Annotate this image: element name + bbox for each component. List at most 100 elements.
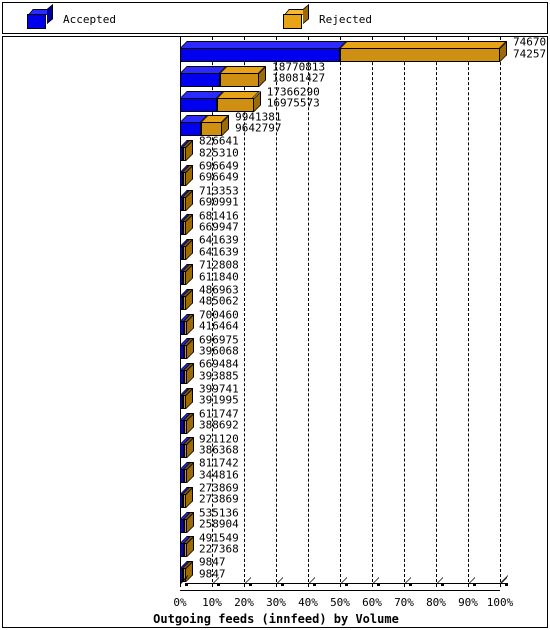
legend-swatch-rejected bbox=[283, 3, 309, 29]
chart-row: 535136 258904 bbox=[3, 507, 547, 533]
axis-tick bbox=[308, 577, 316, 591]
bar-value-rejected: 416464 bbox=[199, 319, 239, 333]
bar-value-labels: 18770813 18081427 bbox=[269, 61, 326, 86]
bar-3d bbox=[180, 214, 194, 236]
legend-entry-rejected: Rejected bbox=[283, 3, 372, 35]
bar-value-rejected: 641639 bbox=[199, 245, 239, 259]
bar-segment-rejected bbox=[220, 72, 260, 87]
axis-tick-label: 70% bbox=[394, 596, 414, 609]
bar-3d bbox=[180, 412, 194, 434]
bar-3d bbox=[180, 561, 194, 583]
bar-3d bbox=[180, 437, 195, 459]
bar-top-accepted bbox=[180, 41, 348, 48]
bar-value-labels: 399741 391995 bbox=[196, 383, 239, 408]
bar-segment-rejected bbox=[183, 270, 187, 285]
bar-3d bbox=[180, 338, 194, 360]
bar-segment-rejected bbox=[183, 345, 187, 360]
bar-3d bbox=[180, 189, 194, 211]
axis-tick-label: 60% bbox=[362, 596, 382, 609]
axis-tick-label: 90% bbox=[458, 596, 478, 609]
bar-value-labels: 491549 227368 bbox=[196, 532, 239, 555]
bar-segment-rejected bbox=[183, 221, 187, 236]
bar-value-labels: 811742 344816 bbox=[196, 458, 239, 481]
bar-3d bbox=[180, 140, 194, 162]
chart-row: 9847 9847 bbox=[3, 557, 547, 583]
bar-value-labels: 921120 386368 bbox=[196, 433, 239, 456]
bar-segment-rejected bbox=[183, 196, 187, 211]
axis-tick bbox=[372, 577, 380, 591]
bar-3d bbox=[180, 363, 194, 385]
bar-segment-rejected bbox=[183, 320, 187, 335]
chart-row: 18770813 18081427 bbox=[3, 61, 547, 87]
chart-row: 681416 669947 bbox=[3, 210, 547, 236]
bar-segment-accepted bbox=[180, 97, 218, 112]
chart-row: 700460 416464 bbox=[3, 309, 547, 335]
bar-segment-rejected bbox=[183, 493, 186, 508]
bar-segment-rejected bbox=[184, 543, 188, 558]
bar-value-labels: 696649 696649 bbox=[196, 161, 239, 184]
axis-tick bbox=[244, 577, 252, 591]
chart-bars: 7467088474257237 187708131808142717366290… bbox=[3, 37, 547, 583]
chart-row: 811742 344816 bbox=[3, 458, 547, 484]
axis-tick-label: 40% bbox=[298, 596, 318, 609]
axis-tick-label: 50% bbox=[330, 596, 350, 609]
bar-value-rejected: 485062 bbox=[199, 294, 239, 308]
axis-tick bbox=[500, 577, 508, 591]
bar-segment-rejected bbox=[184, 469, 188, 484]
bar-value-rejected: 258904 bbox=[199, 517, 239, 531]
chart-row: 826641 825310 bbox=[3, 136, 547, 162]
axis-tick-label: 30% bbox=[266, 596, 286, 609]
bar-value-labels: 9847 9847 bbox=[196, 557, 226, 580]
bar-value-rejected: 391995 bbox=[199, 394, 239, 408]
bar-value-labels: 17366290 16975573 bbox=[264, 86, 320, 110]
chart-row: 669484 393885 bbox=[3, 359, 547, 385]
bar-value-rejected: 9847 bbox=[199, 567, 226, 581]
bar-segment-rejected bbox=[184, 518, 188, 533]
bar-value-rejected: 825310 bbox=[199, 146, 239, 160]
legend-label-rejected: Rejected bbox=[319, 12, 372, 26]
bar-value-rejected: 690991 bbox=[199, 195, 239, 209]
chart-row: 713353 690991 bbox=[3, 185, 547, 211]
bar-value-labels: 641639 641639 bbox=[196, 235, 239, 258]
chart-x-axis-title: Outgoing feeds (innfeed) by Volume bbox=[153, 612, 399, 626]
bar-segment-rejected bbox=[183, 171, 186, 186]
bar-3d bbox=[180, 263, 194, 285]
axis-tick-label: 10% bbox=[202, 596, 222, 609]
chart-row: 17366290 16975573 bbox=[3, 86, 547, 112]
bar-value-rejected: 74257237 bbox=[513, 47, 547, 61]
chart-legend: Accepted Rejected bbox=[2, 2, 548, 34]
bar-3d bbox=[180, 115, 230, 137]
bar-3d bbox=[180, 164, 194, 186]
bar-3d bbox=[180, 41, 508, 62]
chart-row: 486963 485062 bbox=[3, 284, 547, 310]
bar-value-labels: 681416 669947 bbox=[196, 210, 239, 233]
bar-value-labels: 535136 258904 bbox=[196, 507, 239, 531]
axis-tick bbox=[212, 577, 220, 591]
bar-segment-rejected bbox=[183, 147, 186, 162]
bar-3d bbox=[180, 90, 262, 112]
bar-3d bbox=[180, 536, 195, 558]
bar-value-rejected: 16975573 bbox=[266, 96, 320, 110]
bar-value-labels: 712808 611840 bbox=[196, 260, 239, 283]
axis-tick-label: 100% bbox=[486, 596, 514, 609]
bar-value-rejected: 273869 bbox=[199, 493, 239, 507]
axis-tick-label: 0% bbox=[173, 596, 187, 609]
chart-row: 7467088474257237 bbox=[3, 37, 547, 62]
bar-segment-accepted bbox=[180, 72, 221, 87]
bar-3d bbox=[180, 486, 194, 508]
chart-row: 273869 273869 bbox=[3, 483, 547, 508]
bar-value-rejected: 611840 bbox=[199, 270, 239, 284]
legend-label-accepted: Accepted bbox=[63, 12, 116, 26]
bar-value-labels: 9941381 9642797 bbox=[232, 111, 281, 134]
bar-value-rejected: 393885 bbox=[199, 369, 239, 383]
chart-row: 491549 227368 bbox=[3, 532, 547, 558]
axis-tick bbox=[180, 577, 188, 591]
bar-value-labels: 713353 690991 bbox=[196, 185, 239, 209]
bar-value-rejected: 396068 bbox=[199, 344, 239, 358]
bar-value-rejected: 18081427 bbox=[272, 72, 326, 86]
bar-3d bbox=[180, 239, 194, 261]
bar-value-labels: 273869 273869 bbox=[196, 483, 239, 506]
bar-value-rejected: 669947 bbox=[199, 220, 239, 234]
bar-segment-rejected bbox=[183, 246, 186, 261]
chart-row: 712808 611840 bbox=[3, 260, 547, 285]
